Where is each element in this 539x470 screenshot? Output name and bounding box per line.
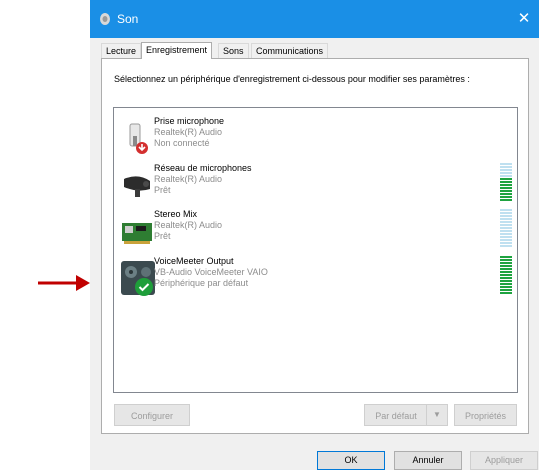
- list-item-voicemeeter-output[interactable]: VoiceMeeter Output VB-Audio VoiceMeeter …: [114, 256, 517, 302]
- device-name: Réseau de microphones: [154, 163, 252, 173]
- webcam-microphone-icon: [124, 176, 150, 197]
- set-default-label: Par défaut: [375, 411, 417, 421]
- level-meter-bar: [500, 163, 512, 165]
- recording-panel: Sélectionnez un périphérique d'enregistr…: [101, 58, 529, 434]
- apply-button[interactable]: Appliquer: [470, 451, 538, 470]
- level-meter-bar: [500, 283, 512, 285]
- level-meter-bar: [500, 215, 512, 217]
- level-meter-bar: [500, 209, 512, 211]
- list-item-prise-microphone[interactable]: Prise microphone Realtek(R) Audio Non co…: [114, 116, 517, 162]
- title-bar: Son ✕: [90, 0, 539, 38]
- speaker-icon: [100, 13, 110, 25]
- device-list[interactable]: Prise microphone Realtek(R) Audio Non co…: [113, 107, 518, 393]
- level-meter-bar: [500, 292, 512, 294]
- device-name: Stereo Mix: [154, 209, 198, 219]
- chevron-down-icon[interactable]: ▼: [426, 405, 447, 425]
- device-status: Périphérique par défaut: [154, 278, 249, 288]
- level-meter-bar: [500, 184, 512, 186]
- tab-sons[interactable]: Sons: [218, 43, 249, 58]
- level-meter-bar: [500, 256, 512, 258]
- device-status: Prêt: [154, 185, 171, 195]
- device-driver: Realtek(R) Audio: [154, 174, 223, 184]
- level-meter-bar: [500, 245, 512, 247]
- device-status: Non connecté: [154, 138, 210, 148]
- window-title: Son: [117, 12, 139, 26]
- level-meter-bar: [500, 193, 512, 195]
- level-meter: [500, 163, 512, 203]
- level-meter-bar: [500, 218, 512, 220]
- set-default-button[interactable]: Par défaut ▼: [364, 404, 448, 426]
- level-meter: [500, 256, 512, 296]
- device-driver: Realtek(R) Audio: [154, 220, 223, 230]
- level-meter-bar: [500, 196, 512, 198]
- close-icon[interactable]: ✕: [513, 8, 535, 30]
- tab-enregistrement[interactable]: Enregistrement: [141, 42, 213, 59]
- level-meter-bar: [500, 221, 512, 223]
- device-name: Prise microphone: [154, 116, 225, 126]
- level-meter-bar: [500, 233, 512, 235]
- level-meter-bar: [500, 199, 512, 201]
- device-driver: VB-Audio VoiceMeeter VAIO: [154, 267, 268, 277]
- level-meter-bar: [500, 169, 512, 171]
- level-meter-bar: [500, 224, 512, 226]
- sound-card-icon: [122, 223, 152, 244]
- level-meter-bar: [500, 268, 512, 270]
- level-meter-bar: [500, 239, 512, 241]
- level-meter-bar: [500, 172, 512, 174]
- sound-dialog: Son ✕ Lecture Enregistrement Sons Commun…: [90, 0, 539, 470]
- level-meter-bar: [500, 178, 512, 180]
- level-meter-bar: [500, 274, 512, 276]
- list-item-reseau-de-microphones[interactable]: Réseau de microphones Realtek(R) Audio P…: [114, 163, 517, 209]
- configure-button[interactable]: Configurer: [114, 404, 190, 426]
- level-meter-bar: [500, 242, 512, 244]
- device-name: VoiceMeeter Output: [154, 256, 234, 266]
- level-meter-bar: [500, 212, 512, 214]
- device-status: Prêt: [154, 231, 171, 241]
- annotation-arrow-icon: [38, 275, 90, 291]
- level-meter-bar: [500, 271, 512, 273]
- level-meter-bar: [500, 175, 512, 177]
- ok-button[interactable]: OK: [317, 451, 385, 470]
- device-driver: Realtek(R) Audio: [154, 127, 223, 137]
- level-meter-bar: [500, 277, 512, 279]
- cancel-button[interactable]: Annuler: [394, 451, 462, 470]
- level-meter-bar: [500, 265, 512, 267]
- instruction-text: Sélectionnez un périphérique d'enregistr…: [114, 74, 470, 84]
- level-meter: [500, 209, 512, 249]
- voicemeeter-default-device-icon: [121, 261, 155, 296]
- level-meter-bar: [500, 262, 512, 264]
- level-meter-bar: [500, 236, 512, 238]
- level-meter-bar: [500, 166, 512, 168]
- tab-communications[interactable]: Communications: [251, 43, 329, 58]
- level-meter-bar: [500, 259, 512, 261]
- properties-button[interactable]: Propriétés: [454, 404, 517, 426]
- level-meter-bar: [500, 187, 512, 189]
- level-meter-bar: [500, 227, 512, 229]
- list-item-stereo-mix[interactable]: Stereo Mix Realtek(R) Audio Prêt: [114, 209, 517, 255]
- level-meter-bar: [500, 280, 512, 282]
- level-meter-bar: [500, 289, 512, 291]
- level-meter-bar: [500, 286, 512, 288]
- level-meter-bar: [500, 181, 512, 183]
- tab-lecture[interactable]: Lecture: [101, 43, 142, 58]
- microphone-jack-disconnected-icon: [129, 123, 148, 154]
- level-meter-bar: [500, 190, 512, 192]
- level-meter-bar: [500, 230, 512, 232]
